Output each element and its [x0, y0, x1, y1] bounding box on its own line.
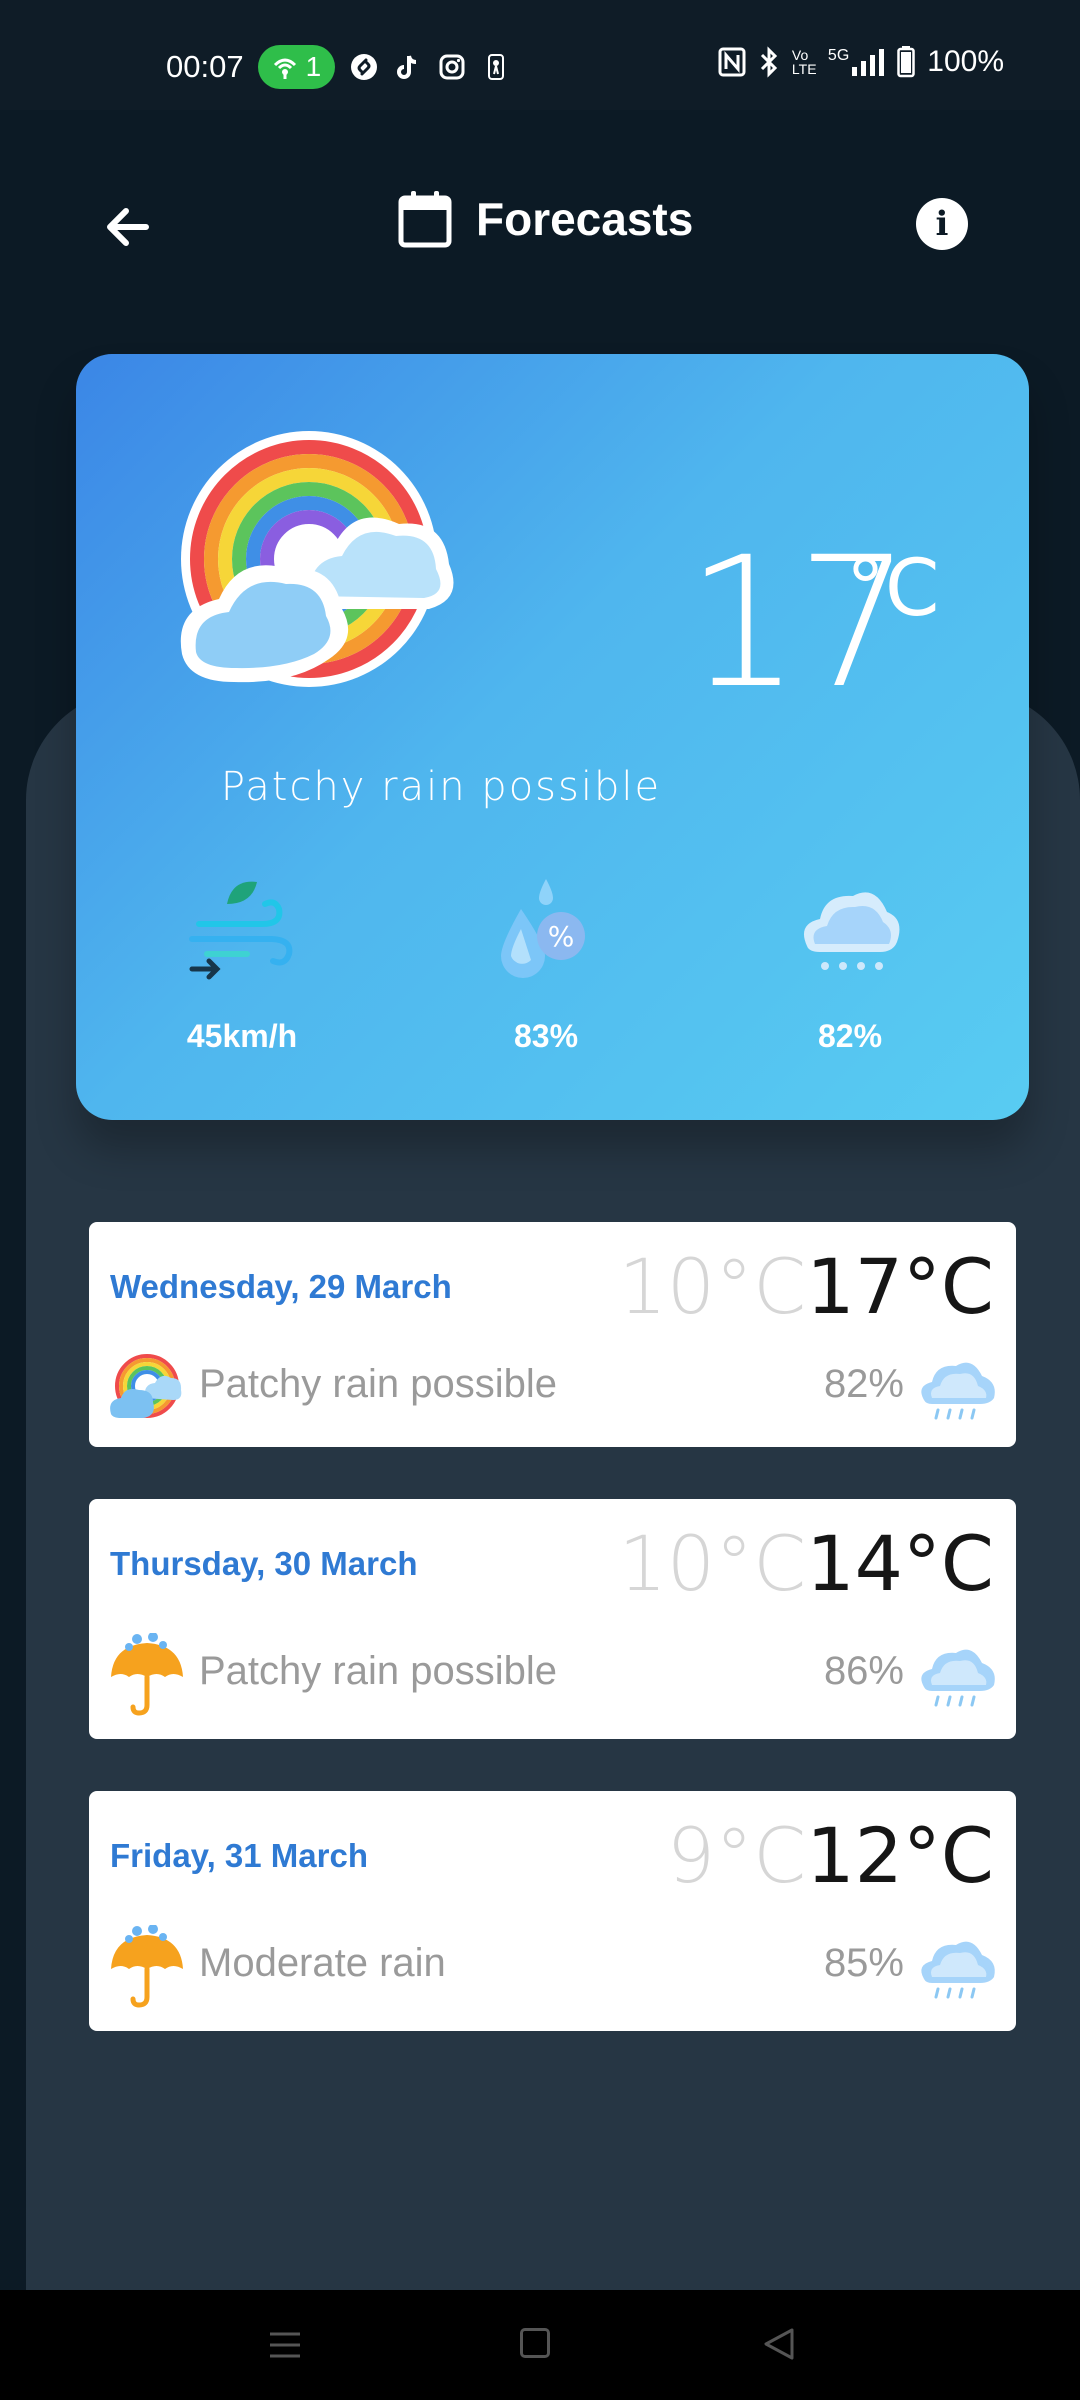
forecast-max-temp: 12°C	[806, 1811, 994, 1900]
forecast-temps: 9°C 12°C	[667, 1811, 994, 1900]
bluetooth-icon	[760, 46, 778, 78]
recent-apps-icon[interactable]	[268, 2328, 302, 2362]
status-left: 00:07 1	[166, 45, 511, 89]
title-group: Forecasts	[398, 190, 693, 248]
cloud-value: 82%	[817, 1018, 883, 1054]
forecast-card[interactable]: Wednesday, 29 March 10°C 17°C Patchy rai…	[89, 1222, 1016, 1447]
top-app-bar: Forecasts i	[0, 170, 1080, 280]
nav-back-icon[interactable]	[762, 2326, 796, 2362]
calendar-icon	[398, 191, 452, 248]
forecast-max-temp: 14°C	[806, 1519, 994, 1608]
forecast-condition: Patchy rain possible	[199, 1362, 557, 1406]
status-bar: 00:07 1 Vo LTE 5G 100%	[0, 0, 1080, 110]
forecast-card[interactable]: Friday, 31 March 9°C 12°C Moderate rain …	[89, 1791, 1016, 2031]
hotspot-icon	[273, 58, 296, 79]
wind-stat: 45km/h	[142, 874, 342, 1055]
nba-icon	[488, 54, 505, 80]
humidity-stat: % 83%	[446, 874, 646, 1055]
cloud-rain-icon	[921, 1941, 995, 1999]
humidity-value: 83%	[513, 1018, 579, 1054]
system-nav-bar	[0, 2290, 1080, 2400]
home-icon[interactable]	[520, 2328, 550, 2358]
svg-text:%: %	[548, 920, 575, 953]
forecast-min-temp: 9°C	[666, 1811, 807, 1900]
current-condition: Patchy rain possible	[220, 764, 662, 810]
forecast-max-temp: 17°C	[806, 1242, 994, 1331]
cloud-rain-icon	[921, 1362, 995, 1420]
cloud-stat: 82%	[750, 874, 950, 1055]
hotspot-count: 1	[305, 51, 322, 82]
network-type: 5G	[827, 47, 850, 64]
instagram-icon	[439, 54, 465, 80]
rainbow-cloud-icon	[110, 1354, 182, 1418]
forecast-condition: Moderate rain	[199, 1941, 446, 1985]
shazam-icon	[351, 54, 378, 80]
forecast-card[interactable]: Thursday, 30 March 10°C 14°C Patchy rain…	[89, 1499, 1016, 1739]
humidity-icon: %	[501, 879, 585, 978]
info-icon[interactable]: i	[916, 198, 968, 250]
forecast-temps: 10°C 14°C	[618, 1519, 994, 1608]
nfc-icon	[718, 47, 746, 77]
forecast-condition: Patchy rain possible	[199, 1649, 557, 1693]
volte-icon: Vo LTE	[791, 47, 817, 77]
forecast-temps: 10°C 17°C	[618, 1242, 994, 1331]
current-weather-card: 17 °C Patchy rain possible 45km/h % 83%	[76, 354, 1029, 1120]
status-right: Vo LTE 5G 100%	[718, 45, 1004, 79]
back-arrow-icon[interactable]	[96, 195, 160, 259]
page-title: Forecasts	[476, 193, 694, 245]
signal-icon	[852, 49, 885, 76]
tiktok-icon	[397, 55, 417, 79]
forecast-min-temp: 10°C	[618, 1519, 807, 1608]
cloud-rain-icon	[803, 892, 900, 970]
signal-group: 5G	[828, 47, 885, 77]
forecast-min-temp: 10°C	[618, 1242, 807, 1331]
umbrella-rain-icon	[111, 1925, 183, 2008]
forecast-date: Thursday, 30 March	[110, 1545, 418, 1582]
status-time: 00:07	[166, 49, 244, 84]
wind-icon	[189, 881, 293, 980]
battery-icon	[897, 46, 916, 78]
forecast-percent: 85%	[823, 1941, 904, 1985]
forecast-date: Friday, 31 March	[110, 1837, 368, 1874]
forecast-percent: 82%	[823, 1362, 904, 1406]
temperature-unit: °C	[846, 544, 940, 634]
rainbow-cloud-icon	[180, 431, 454, 687]
forecast-percent: 86%	[823, 1649, 904, 1693]
wind-value: 45km/h	[186, 1018, 298, 1054]
cloud-rain-icon	[921, 1649, 995, 1707]
forecast-date: Wednesday, 29 March	[110, 1268, 452, 1305]
umbrella-rain-icon	[111, 1633, 183, 1716]
battery-percent: 100%	[927, 45, 1004, 78]
hotspot-pill[interactable]: 1	[257, 45, 336, 89]
